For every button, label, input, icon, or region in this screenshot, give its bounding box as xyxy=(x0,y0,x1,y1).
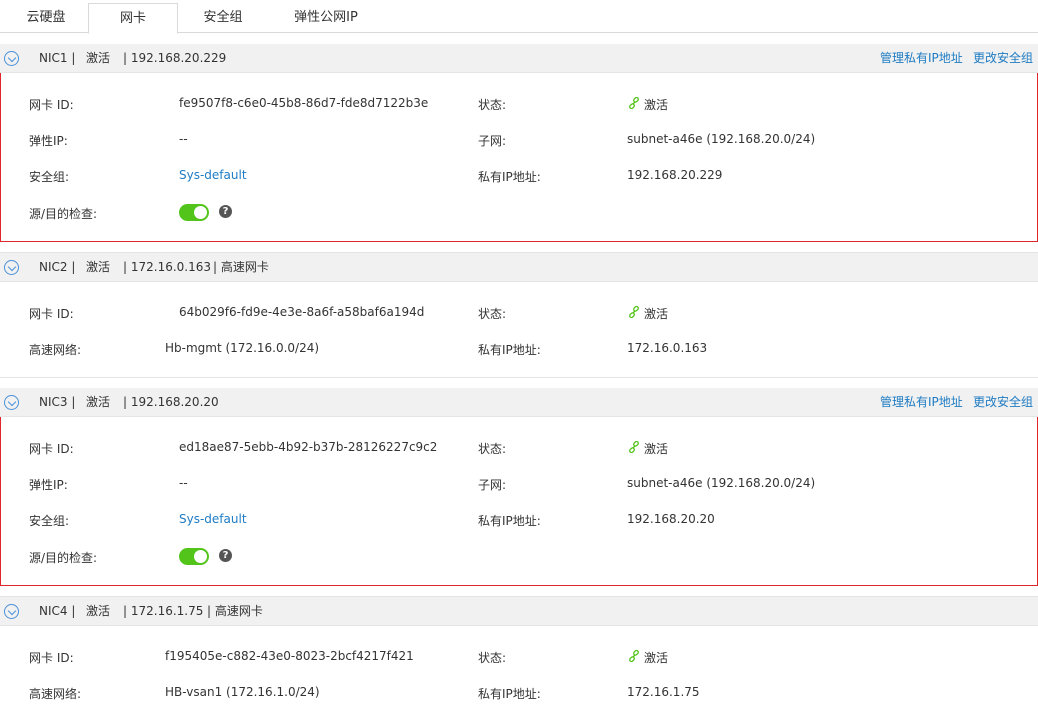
status-label: 状态: xyxy=(478,442,507,456)
status-label: 状态: xyxy=(478,98,507,112)
src-dst-check-toggle[interactable] xyxy=(179,548,209,565)
chevron-down-circle-icon[interactable] xyxy=(4,395,19,410)
status-value: 激活 xyxy=(644,442,669,456)
nic-state: 激活 xyxy=(86,51,111,65)
status-value: 激活 xyxy=(644,98,669,112)
subnet-label: 子网: xyxy=(478,134,507,148)
nic-type-tag: | 高速网卡 xyxy=(213,260,269,274)
nic-state: 激活 xyxy=(86,260,111,274)
nic-section-3: NIC3 | 激活 | 192.168.20.20 管理私有IP地址 更改安全组… xyxy=(0,388,1038,586)
change-security-group-link[interactable]: 更改安全组 xyxy=(973,44,1033,73)
src-dst-check-toggle[interactable] xyxy=(179,204,209,221)
chevron-down-circle-icon[interactable] xyxy=(4,260,19,275)
subnet-value: subnet-a46e (192.168.20.0/24) xyxy=(627,132,816,146)
security-group-link[interactable]: Sys-default xyxy=(179,512,247,526)
hs-network-label: 高速网络: xyxy=(29,343,82,357)
nic-header-ip: | 172.16.1.75 xyxy=(123,604,204,618)
status-value: 激活 xyxy=(644,307,669,321)
hs-network-value: HB-vsan1 (172.16.1.0/24) xyxy=(165,685,320,699)
nic-state: 激活 xyxy=(86,604,111,618)
nic-header[interactable]: NIC3 | 激活 | 192.168.20.20 管理私有IP地址 更改安全组 xyxy=(0,388,1038,417)
src-dst-check-label: 源/目的检查: xyxy=(29,207,98,221)
eip-value: -- xyxy=(179,132,188,146)
nic-name: NIC2 | xyxy=(39,260,76,274)
tab-security-group[interactable]: 安全组 xyxy=(178,3,268,34)
security-group-label: 安全组: xyxy=(29,514,70,528)
subnet-label: 子网: xyxy=(478,478,507,492)
change-security-group-link[interactable]: 更改安全组 xyxy=(973,388,1033,417)
nic-name: NIC1 | xyxy=(39,51,76,65)
nic-header-ip: | 192.168.20.229 xyxy=(123,51,227,65)
nic-section-4: NIC4 | 激活 | 172.16.1.75 | 高速网卡 网卡 ID: f1… xyxy=(0,597,1038,707)
chevron-down-circle-icon[interactable] xyxy=(4,604,19,619)
private-ip-value: 172.16.1.75 xyxy=(627,685,700,699)
private-ip-label: 私有IP地址: xyxy=(478,170,541,184)
manage-private-ip-link[interactable]: 管理私有IP地址 xyxy=(880,388,963,417)
manage-private-ip-link[interactable]: 管理私有IP地址 xyxy=(880,44,963,73)
nic-id-value: ed18ae87-5ebb-4b92-b37b-28126227c9c2 xyxy=(179,440,438,454)
chevron-down-circle-icon[interactable] xyxy=(4,51,19,66)
link-icon xyxy=(629,97,639,109)
link-icon xyxy=(629,306,639,318)
nic-header-ip: | 172.16.0.163 xyxy=(123,260,212,274)
status-label: 状态: xyxy=(478,651,507,665)
eip-value: -- xyxy=(179,476,188,490)
tab-bar: 云硬盘 网卡 安全组 弹性公网IP xyxy=(0,0,1038,34)
link-icon xyxy=(629,441,639,453)
status-label: 状态: xyxy=(478,307,507,321)
status-value: 激活 xyxy=(644,651,669,665)
nic-id-label: 网卡 ID: xyxy=(29,651,74,665)
nic-header[interactable]: NIC4 | 激活 | 172.16.1.75 | 高速网卡 xyxy=(0,597,1038,626)
question-circle-icon[interactable]: ? xyxy=(219,205,232,218)
security-group-link[interactable]: Sys-default xyxy=(179,168,247,182)
nic-header-ip: | 192.168.20.20 xyxy=(123,395,219,409)
nic-section-1: NIC1 | 激活 | 192.168.20.229 管理私有IP地址 更改安全… xyxy=(0,44,1038,242)
private-ip-value: 192.168.20.229 xyxy=(627,168,723,182)
eip-label: 弹性IP: xyxy=(29,478,68,492)
nic-name: NIC3 | xyxy=(39,395,76,409)
divider xyxy=(0,377,1038,378)
nic-state: 激活 xyxy=(86,395,111,409)
nic-name: NIC4 | xyxy=(39,604,76,618)
tab-nic[interactable]: 网卡 xyxy=(88,3,178,34)
nic-id-label: 网卡 ID: xyxy=(29,307,74,321)
tab-cloud-disk[interactable]: 云硬盘 xyxy=(4,3,88,34)
hs-network-label: 高速网络: xyxy=(29,687,82,701)
security-group-label: 安全组: xyxy=(29,170,70,184)
private-ip-value: 192.168.20.20 xyxy=(627,512,715,526)
nic-id-value: f195405e-c882-43e0-8023-2bcf4217f421 xyxy=(165,649,414,663)
nic-section-2: NIC2 | 激活 | 172.16.0.163 | 高速网卡 网卡 ID: 6… xyxy=(0,253,1038,377)
nic-header[interactable]: NIC1 | 激活 | 192.168.20.229 管理私有IP地址 更改安全… xyxy=(0,44,1038,73)
private-ip-label: 私有IP地址: xyxy=(478,343,541,357)
nic-id-value: 64b029f6-fd9e-4e3e-8a6f-a58baf6a194d xyxy=(179,305,425,319)
nic-header[interactable]: NIC2 | 激活 | 172.16.0.163 | 高速网卡 xyxy=(0,253,1038,282)
nic-id-label: 网卡 ID: xyxy=(29,98,74,112)
private-ip-value: 172.16.0.163 xyxy=(627,341,708,355)
link-icon xyxy=(629,650,639,662)
hs-network-value: Hb-mgmt (172.16.0.0/24) xyxy=(165,341,320,355)
subnet-value: subnet-a46e (192.168.20.0/24) xyxy=(627,476,816,490)
nic-id-label: 网卡 ID: xyxy=(29,442,74,456)
question-circle-icon[interactable]: ? xyxy=(219,549,232,562)
private-ip-label: 私有IP地址: xyxy=(478,687,541,701)
src-dst-check-label: 源/目的检查: xyxy=(29,551,98,565)
eip-label: 弹性IP: xyxy=(29,134,68,148)
private-ip-label: 私有IP地址: xyxy=(478,514,541,528)
nic-type-tag: | 高速网卡 xyxy=(207,604,263,618)
nic-id-value: fe9507f8-c6e0-45b8-86d7-fde8d7122b3e xyxy=(179,96,429,110)
tab-elastic-ip[interactable]: 弹性公网IP xyxy=(268,3,384,34)
